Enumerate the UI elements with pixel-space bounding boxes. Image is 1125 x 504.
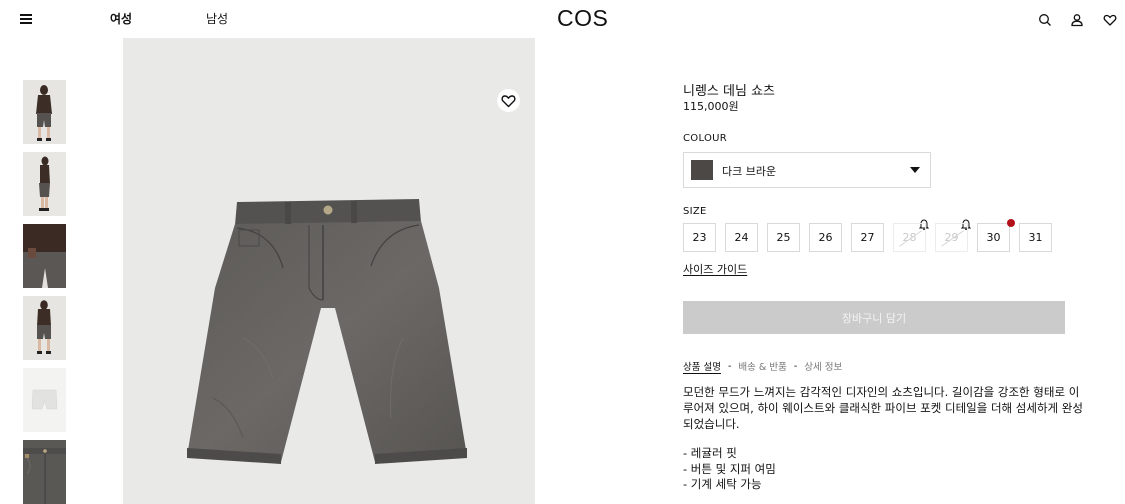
colour-select[interactable]: 다크 브라운 xyxy=(683,152,931,188)
product-main-image xyxy=(123,38,535,504)
site-header: 여성 남성 COS xyxy=(0,0,1125,38)
size-option[interactable]: 24 xyxy=(725,223,758,252)
size-option[interactable]: 23 xyxy=(683,223,716,252)
size-option[interactable]: 25 xyxy=(767,223,800,252)
add-to-cart-button[interactable]: 장바구니 담기 xyxy=(683,301,1065,334)
feature-list: - 레귤러 핏 - 버튼 및 지퍼 여밈 - 기계 세탁 가능 xyxy=(683,446,776,493)
menu-icon[interactable] xyxy=(20,13,32,24)
size-guide-link[interactable]: 사이즈 가이드 xyxy=(683,261,747,277)
size-option[interactable]: 26 xyxy=(809,223,842,252)
low-stock-indicator xyxy=(1007,219,1015,227)
product-description: 모던한 무드가 느껴지는 감각적인 디자인의 쇼츠입니다. 길이감을 강조한 형… xyxy=(683,385,1083,431)
tab-description[interactable]: 상품 설명 xyxy=(683,359,721,373)
account-icon[interactable] xyxy=(1070,12,1084,27)
info-tabs: 상품 설명 - 배송 & 반품 - 상세 정보 xyxy=(683,359,842,374)
size-option-unavailable[interactable]: 29 xyxy=(935,223,968,252)
colour-label: COLOUR xyxy=(683,133,728,144)
chevron-down-icon xyxy=(910,167,920,173)
wishlist-heart-icon[interactable] xyxy=(1103,12,1117,26)
brand-logo[interactable]: COS xyxy=(557,5,608,32)
feature-item: - 레귤러 핏 xyxy=(683,446,737,460)
nav-men[interactable]: 남성 xyxy=(206,10,228,27)
colour-swatch xyxy=(691,160,713,180)
tab-separator: - xyxy=(793,360,798,372)
thumbnail-2[interactable] xyxy=(23,152,66,216)
feature-item: - 기계 세탁 가능 xyxy=(683,477,762,491)
size-option[interactable]: 27 xyxy=(851,223,884,252)
tab-details[interactable]: 상세 정보 xyxy=(804,359,842,373)
size-option-unavailable[interactable]: 28 xyxy=(893,223,926,252)
thumbnail-4[interactable] xyxy=(23,296,66,360)
heart-icon[interactable] xyxy=(497,89,520,112)
tab-shipping[interactable]: 배송 & 반품 xyxy=(738,359,786,373)
size-option[interactable]: 30 xyxy=(977,223,1010,252)
nav-women[interactable]: 여성 xyxy=(110,10,132,27)
thumbnail-5[interactable] xyxy=(23,368,66,432)
product-price: 115,000원 xyxy=(683,100,739,113)
thumbnail-6[interactable] xyxy=(23,440,66,504)
search-icon[interactable] xyxy=(1038,12,1052,26)
tab-separator: - xyxy=(727,360,732,372)
product-title: 니렝스 데님 쇼츠 xyxy=(683,84,775,99)
size-option[interactable]: 31 xyxy=(1019,223,1052,252)
colour-value: 다크 브라운 xyxy=(722,165,777,178)
thumbnail-1[interactable] xyxy=(23,80,66,144)
size-label: SIZE xyxy=(683,206,707,217)
feature-item: - 버튼 및 지퍼 여밈 xyxy=(683,461,776,476)
thumbnail-3[interactable] xyxy=(23,224,66,288)
